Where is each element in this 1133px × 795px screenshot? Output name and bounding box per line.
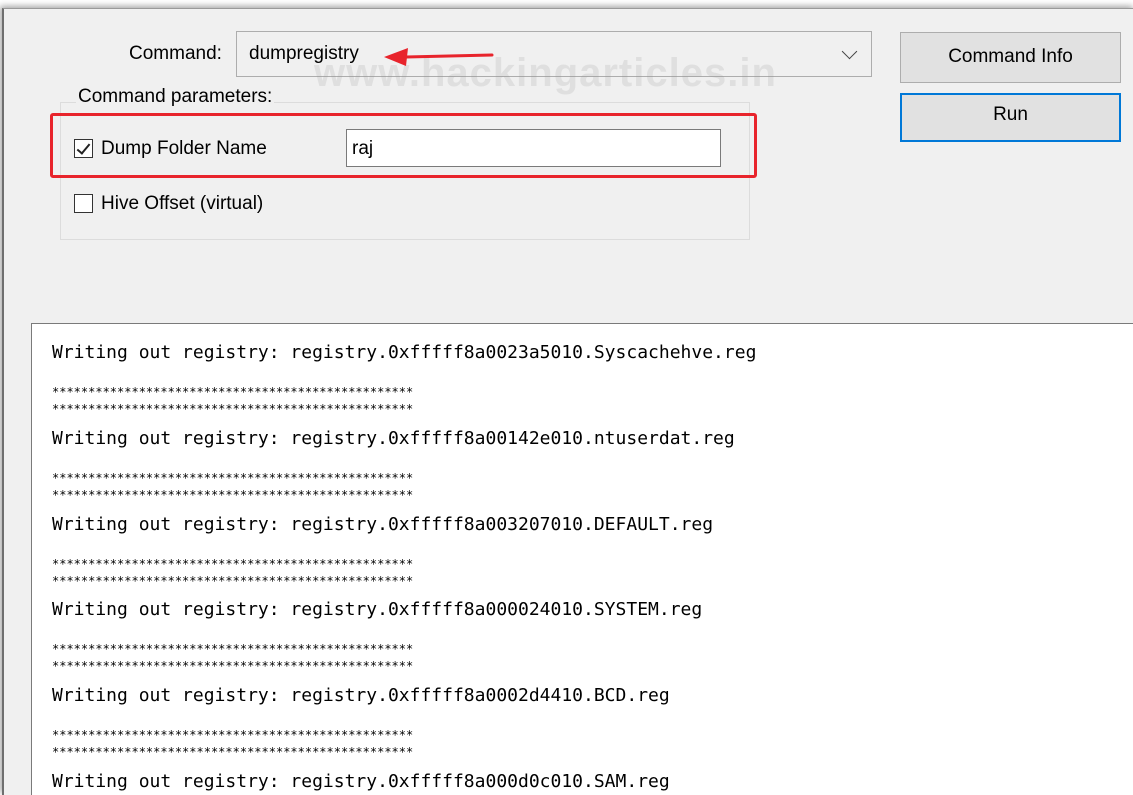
output-line: Writing out registry: registry.0xfffff8a…: [52, 685, 670, 706]
red-arrow-annotation: [384, 48, 494, 66]
command-info-button-label: Command Info: [948, 46, 1073, 67]
command-info-button[interactable]: Command Info: [900, 32, 1121, 83]
command-parameters-title: Command parameters:: [76, 86, 275, 108]
output-line: Writing out registry: registry.0xfffff8a…: [52, 514, 714, 535]
command-label: Command:: [129, 43, 222, 64]
red-highlight-annotation: [50, 113, 757, 178]
output-line: Writing out registry: registry.0xfffff8a…: [52, 342, 757, 363]
separator-line: ****************************************…: [52, 471, 414, 485]
separator-line: ****************************************…: [52, 728, 414, 742]
output-line: Writing out registry: registry.0xfffff8a…: [52, 599, 703, 620]
separator-line: ****************************************…: [52, 642, 414, 656]
run-button[interactable]: Run: [900, 93, 1121, 142]
output-console[interactable]: Writing out registry: registry.0xfffff8a…: [31, 323, 1133, 795]
run-button-label: Run: [993, 104, 1028, 125]
output-line: Writing out registry: registry.0xfffff8a…: [52, 771, 670, 792]
separator-line: ****************************************…: [52, 659, 414, 673]
command-dialog: Command: dumpregistry www.hackingarticle…: [2, 8, 1133, 795]
separator-line: ****************************************…: [52, 402, 414, 416]
separator-line: ****************************************…: [52, 557, 414, 571]
separator-line: ****************************************…: [52, 488, 414, 502]
output-line: Writing out registry: registry.0xfffff8a…: [52, 428, 735, 449]
separator-line: ****************************************…: [52, 745, 414, 759]
hive-offset-label[interactable]: Hive Offset (virtual): [101, 193, 263, 215]
chevron-down-icon[interactable]: [841, 43, 858, 60]
hive-offset-checkbox[interactable]: [74, 194, 93, 213]
separator-line: ****************************************…: [52, 385, 414, 399]
separator-line: ****************************************…: [52, 574, 414, 588]
